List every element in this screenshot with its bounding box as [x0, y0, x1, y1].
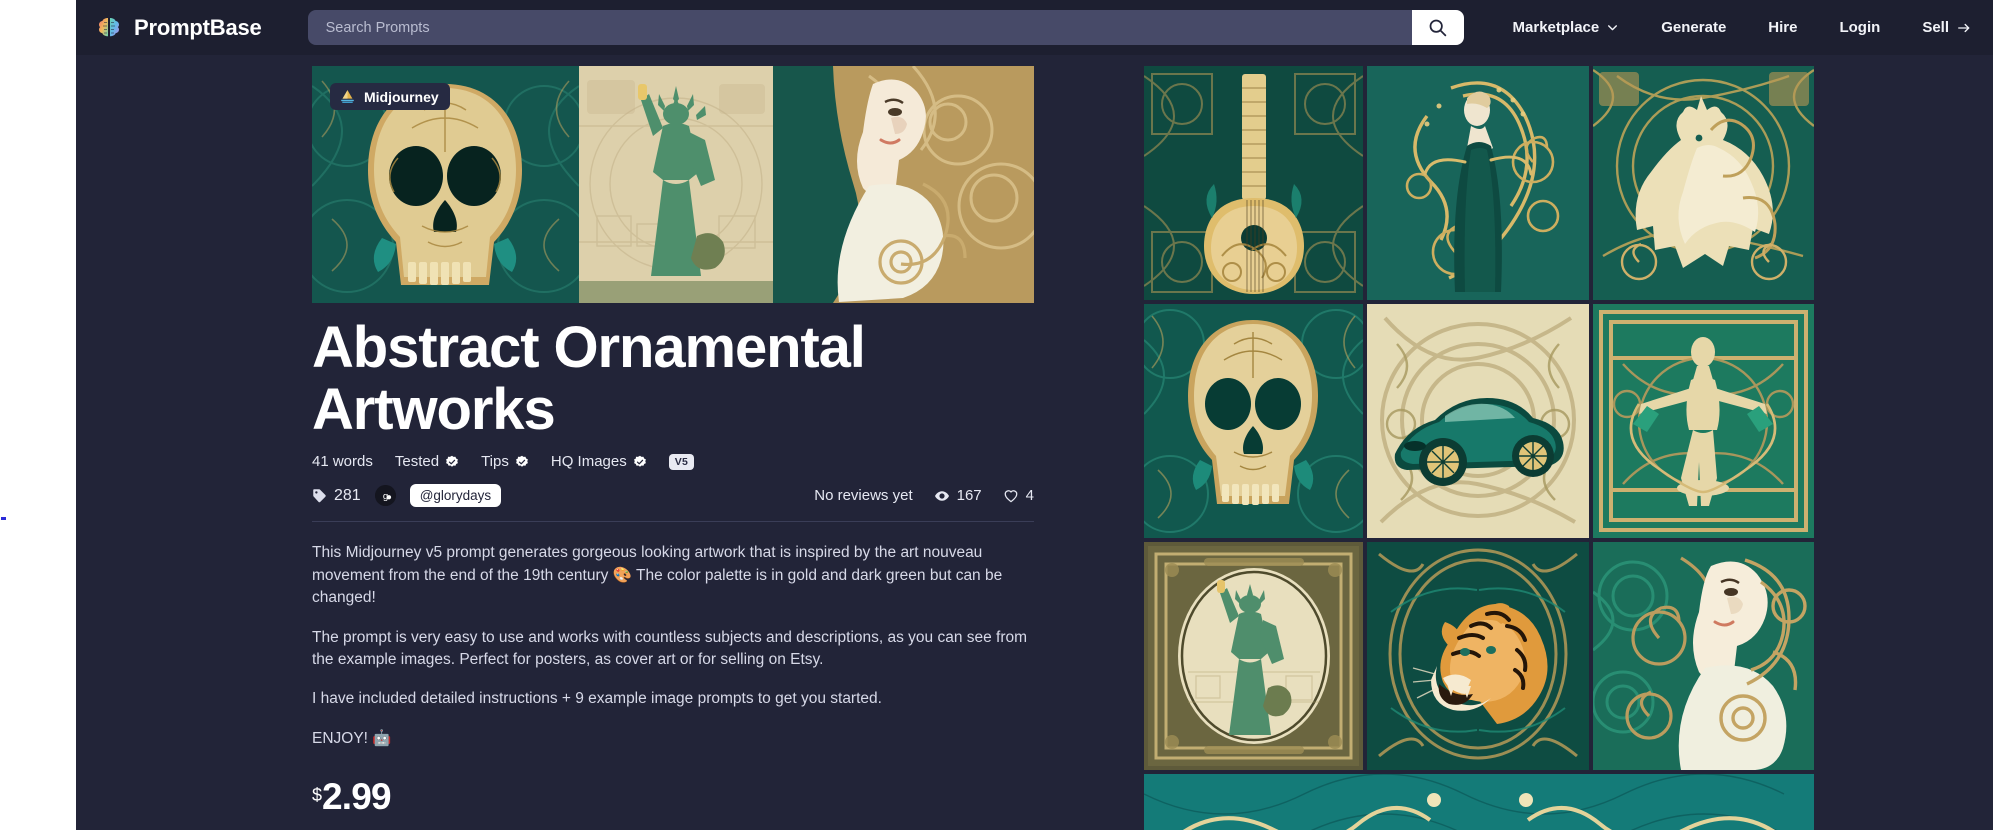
grid-cell-art-nouveau-figure-panel[interactable]	[1593, 304, 1814, 538]
grid-cell-roaring-tiger-oval[interactable]	[1367, 542, 1589, 770]
hero-image-strip[interactable]: Midjourney	[312, 66, 1034, 303]
nav-item-generate[interactable]: Generate	[1640, 19, 1747, 36]
version-badge: V5	[668, 453, 695, 470]
seller-handle[interactable]: @glorydays	[409, 484, 502, 508]
nav-label-sell: Sell	[1922, 19, 1949, 36]
listing-details-column: Midjourney Abstract Ornamental Artworks …	[312, 66, 1034, 830]
verified-check-icon	[445, 455, 459, 469]
verified-check-icon	[633, 455, 647, 469]
grid-cell-flowing-hair-woman[interactable]	[1593, 542, 1814, 770]
price-display: $ 2.99	[312, 778, 1034, 815]
grid-row-1	[1144, 66, 1814, 300]
grid-cell-liberty-oval-frame[interactable]	[1144, 542, 1363, 770]
listing-meta-row: 41 words Tested Tips HQ Images V5	[312, 453, 1034, 470]
page-root: PromptBase Marketplace	[76, 0, 1993, 830]
brand-name: PromptBase	[134, 14, 262, 40]
description-paragraph-3: I have included detailed instructions + …	[312, 690, 882, 708]
meta-label-words: 41 words	[312, 453, 373, 471]
meta-tips: Tips	[481, 453, 529, 470]
main-nav: Marketplace Generate Hire Login Sell	[1492, 19, 1993, 36]
description-paragraph-1: This Midjourney v5 prompt generates gorg…	[312, 544, 1003, 607]
listing-stats-row: 281 g @glorydays No reviews yet 167 4	[312, 484, 1034, 523]
hero-panel-art-nouveau-woman-profile	[773, 66, 1034, 303]
grid-row-3	[1144, 542, 1814, 770]
search-bar	[307, 10, 1464, 45]
grid-cell-gold-skull-panel[interactable]	[1144, 304, 1363, 538]
model-badge-label: Midjourney	[364, 88, 439, 105]
meta-tested: Tested	[395, 453, 459, 470]
model-badge: Midjourney	[330, 83, 450, 110]
site-header: PromptBase Marketplace	[76, 0, 1993, 55]
nav-label-hire: Hire	[1768, 19, 1798, 36]
meta-hq-images: HQ Images	[551, 453, 647, 470]
reviews-text: No reviews yet	[814, 487, 913, 505]
meta-word-count: 41 words	[312, 453, 373, 470]
search-input[interactable]	[307, 10, 1412, 45]
tag-count: 281	[312, 487, 361, 505]
eye-icon	[934, 488, 950, 504]
price-amount: 2.99	[322, 776, 392, 818]
likes-count: 4	[1025, 487, 1034, 505]
search-icon	[1427, 17, 1448, 38]
meta-label-tips: Tips	[481, 453, 509, 471]
description-paragraph-2: The prompt is very easy to use and works…	[312, 628, 1028, 668]
search-button[interactable]	[1411, 10, 1464, 45]
meta-label-hq-images: HQ Images	[550, 453, 627, 471]
nav-item-marketplace[interactable]: Marketplace	[1492, 19, 1641, 36]
price-currency-symbol: $	[312, 785, 323, 806]
brand-logo-link[interactable]: PromptBase	[95, 14, 262, 42]
meta-label-tested: Tested	[394, 453, 440, 471]
grid-cell-art-nouveau-horse[interactable]	[1593, 66, 1814, 300]
nav-label-marketplace: Marketplace	[1512, 19, 1600, 36]
listing-description: This Midjourney v5 prompt generates gorg…	[312, 542, 1034, 750]
nav-item-sell[interactable]: Sell	[1901, 19, 1993, 36]
chevron-down-icon	[1606, 21, 1619, 34]
page-title: Abstract Ornamental Artworks	[312, 315, 866, 443]
tag-icon	[312, 488, 327, 503]
nav-item-login[interactable]: Login	[1818, 19, 1901, 36]
stats-left-group: 281 g @glorydays	[312, 484, 502, 508]
verified-check-icon	[515, 455, 529, 469]
stats-right-group: No reviews yet 167 4	[814, 487, 1034, 504]
promptbase-brain-logo	[95, 14, 123, 42]
description-paragraph-4: ENJOY! 🤖	[312, 729, 392, 747]
grid-cell-teal-ornamental-pattern[interactable]: PromptBase	[1144, 774, 1814, 830]
grid-cell-art-nouveau-guitar[interactable]	[1144, 66, 1363, 300]
grid-row-2	[1144, 304, 1814, 538]
left-gutter	[0, 0, 76, 830]
views-stat: 167	[934, 487, 982, 504]
browser-window: PromptBase Marketplace	[0, 0, 1993, 830]
likes-stat[interactable]: 4	[1003, 487, 1034, 504]
views-count: 167	[956, 487, 982, 505]
seller-avatar-icon[interactable]: g	[374, 485, 396, 507]
heart-icon	[1003, 488, 1019, 504]
grid-cell-art-nouveau-gown-woman[interactable]	[1367, 66, 1589, 300]
grid-cell-green-sports-car[interactable]	[1367, 304, 1589, 538]
cursor-marker	[1, 517, 6, 520]
midjourney-sailboat-icon	[339, 88, 356, 105]
hero-panel-statue-of-liberty	[579, 66, 773, 303]
nav-label-login: Login	[1839, 19, 1881, 36]
tag-count-value: 281	[334, 486, 361, 504]
nav-item-hire[interactable]: Hire	[1747, 19, 1818, 36]
example-image-grid: PromptBase	[1144, 66, 1814, 830]
nav-label-generate: Generate	[1661, 19, 1727, 36]
arrow-right-icon	[1956, 21, 1972, 35]
